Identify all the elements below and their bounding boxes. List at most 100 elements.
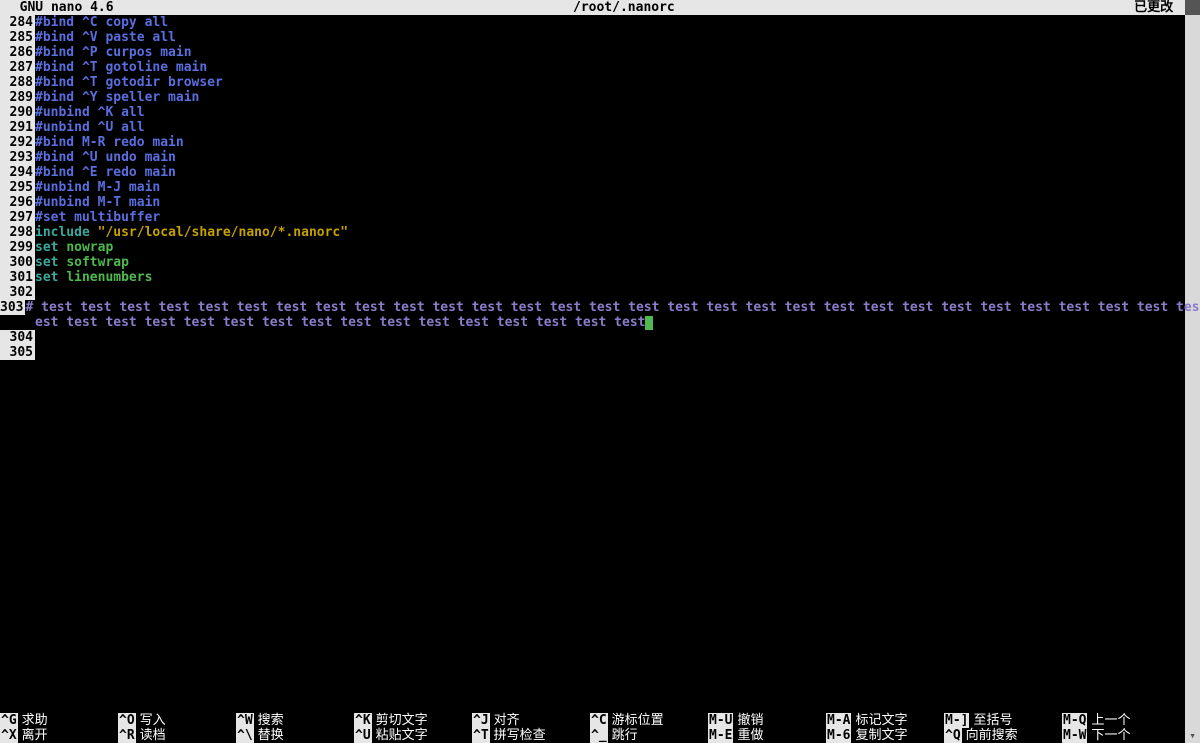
shortcut-key: M-Q: [1062, 713, 1087, 728]
editor-line[interactable]: 303# test test test test test test test …: [0, 300, 1185, 315]
shortcut-item: ^Q向前搜索: [944, 728, 1062, 743]
shortcut-key: ^O: [118, 713, 136, 728]
editor-line[interactable]: 298include "/usr/local/share/nano/*.nano…: [0, 225, 1185, 240]
shortcut-item: M-6复制文字: [826, 728, 944, 743]
code-span: set: [35, 240, 66, 255]
shortcut-key: M-W: [1062, 728, 1087, 743]
editor-line[interactable]: 286#bind ^P curpos main: [0, 45, 1185, 60]
code-span: softwrap: [66, 255, 129, 270]
shortcut-row-1: ^G求助^O写入^W搜索^K剪切文字^J对齐^C游标位置M-U撤销M-A标记文字…: [0, 713, 1185, 728]
shortcut-label: 搜索: [258, 713, 284, 728]
code-span: #unbind ^K all: [35, 105, 145, 120]
editor-line[interactable]: 288#bind ^T gotodir browser: [0, 75, 1185, 90]
editor-line[interactable]: 302: [0, 285, 1185, 300]
shortcut-item: M-W 下一个: [1062, 728, 1180, 743]
line-number: 298: [0, 225, 35, 240]
shortcut-label: 游标位置: [612, 713, 664, 728]
code-text[interactable]: #bind ^C copy all: [35, 15, 168, 30]
editor-line[interactable]: 305: [0, 345, 1185, 360]
shortcut-label: 下一个: [1091, 728, 1130, 743]
shortcut-key: M-U: [708, 713, 733, 728]
shortcut-label: 对齐: [494, 713, 520, 728]
code-span: #bind ^E redo main: [35, 165, 176, 180]
code-text[interactable]: #set multibuffer: [35, 210, 160, 225]
shortcut-item: ^W搜索: [236, 713, 354, 728]
code-text[interactable]: set nowrap: [35, 240, 113, 255]
line-number: 302: [0, 285, 35, 300]
shortcut-item: ^X离开: [0, 728, 118, 743]
code-text[interactable]: #bind ^V paste all: [35, 30, 176, 45]
editor-line[interactable]: 285#bind ^V paste all: [0, 30, 1185, 45]
code-text[interactable]: set softwrap: [35, 255, 129, 270]
code-text[interactable]: #unbind ^K all: [35, 105, 145, 120]
code-text[interactable]: #bind M-R redo main: [35, 135, 184, 150]
line-number: 286: [0, 45, 35, 60]
code-span: #unbind M-T main: [35, 195, 160, 210]
code-text[interactable]: #unbind M-T main: [35, 195, 160, 210]
code-text[interactable]: est test test test test test test test t…: [35, 315, 653, 330]
shortcut-label: 写入: [140, 713, 166, 728]
editor-line[interactable]: est test test test test test test test t…: [0, 315, 1185, 330]
editor-line[interactable]: 293#bind ^U undo main: [0, 150, 1185, 165]
code-span: #bind ^Y speller main: [35, 90, 199, 105]
code-span: #bind ^P curpos main: [35, 45, 192, 60]
shortcut-key: ^\: [236, 728, 254, 743]
text-cursor: [645, 316, 653, 330]
line-number: [0, 315, 35, 330]
code-span: #bind ^C copy all: [35, 15, 168, 30]
editor-line[interactable]: 301set linenumbers: [0, 270, 1185, 285]
line-number: 284: [0, 15, 35, 30]
line-number: 299: [0, 240, 35, 255]
editor-line[interactable]: 297#set multibuffer: [0, 210, 1185, 225]
code-span: include: [35, 225, 98, 240]
editor-line[interactable]: 304: [0, 330, 1185, 345]
line-number: 295: [0, 180, 35, 195]
line-number: 297: [0, 210, 35, 225]
code-span: #bind ^T gotodir browser: [35, 75, 223, 90]
shortcut-item: M-U 撤销: [708, 713, 826, 728]
editor-line[interactable]: 292#bind M-R redo main: [0, 135, 1185, 150]
code-text[interactable]: #unbind ^U all: [35, 120, 145, 135]
shortcut-label: 粘贴文字: [376, 728, 428, 743]
editor-line[interactable]: 289#bind ^Y speller main: [0, 90, 1185, 105]
code-text[interactable]: #bind ^Y speller main: [35, 90, 199, 105]
editor-line[interactable]: 284#bind ^C copy all: [0, 15, 1185, 30]
code-text[interactable]: include "/usr/local/share/nano/*.nanorc": [35, 225, 348, 240]
line-number: 285: [0, 30, 35, 45]
editor-line[interactable]: 294#bind ^E redo main: [0, 165, 1185, 180]
shortcut-label: 撤销: [737, 713, 763, 728]
app-name: GNU nano 4.6: [4, 0, 114, 15]
editor-area[interactable]: 284#bind ^C copy all285#bind ^V paste al…: [0, 15, 1185, 360]
code-text[interactable]: #bind ^U undo main: [35, 150, 176, 165]
line-number: 292: [0, 135, 35, 150]
shortcut-label: 向前搜索: [966, 728, 1018, 743]
shortcut-label: 求助: [22, 713, 48, 728]
code-text[interactable]: #bind ^T gotodir browser: [35, 75, 223, 90]
code-text[interactable]: #bind ^T gotoline main: [35, 60, 207, 75]
line-number: 291: [0, 120, 35, 135]
editor-line[interactable]: 295#unbind M-J main: [0, 180, 1185, 195]
shortcut-key: ^G: [0, 713, 18, 728]
file-path: /root/.nanorc: [573, 0, 675, 15]
editor-line[interactable]: 296#unbind M-T main: [0, 195, 1185, 210]
shortcut-key: ^_: [590, 728, 608, 743]
editor-line[interactable]: 290#unbind ^K all: [0, 105, 1185, 120]
shortcut-label: 上一个: [1091, 713, 1130, 728]
code-text[interactable]: #bind ^P curpos main: [35, 45, 192, 60]
scroll-down-icon[interactable]: ▾: [1185, 728, 1200, 743]
scrollbar[interactable]: ▴ ▾: [1185, 0, 1200, 743]
editor-line[interactable]: 287#bind ^T gotoline main: [0, 60, 1185, 75]
editor-line[interactable]: 300set softwrap: [0, 255, 1185, 270]
scroll-thumb[interactable]: [1185, 0, 1200, 15]
code-span: #bind ^T gotoline main: [35, 60, 207, 75]
editor-line[interactable]: 291#unbind ^U all: [0, 120, 1185, 135]
shortcut-row-2: ^X离开^R读档^\替换^U粘贴文字^T拼写检查^_跳行M-E重做M-6复制文字…: [0, 728, 1185, 743]
code-text[interactable]: # test test test test test test test tes…: [25, 300, 1200, 315]
shortcut-key: ^T: [472, 728, 490, 743]
line-number: 300: [0, 255, 35, 270]
code-text[interactable]: set linenumbers: [35, 270, 152, 285]
line-number: 294: [0, 165, 35, 180]
editor-line[interactable]: 299set nowrap: [0, 240, 1185, 255]
code-text[interactable]: #bind ^E redo main: [35, 165, 176, 180]
code-text[interactable]: #unbind M-J main: [35, 180, 160, 195]
